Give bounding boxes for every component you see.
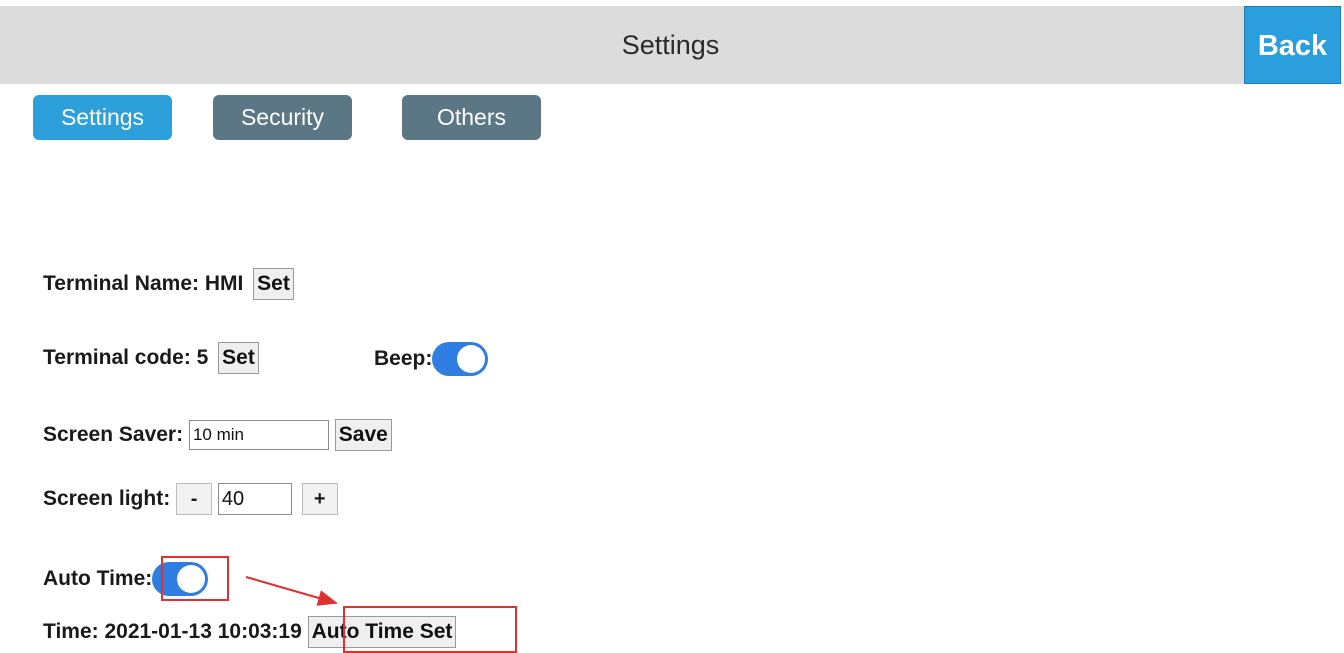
annotation-arrow	[245, 576, 338, 606]
